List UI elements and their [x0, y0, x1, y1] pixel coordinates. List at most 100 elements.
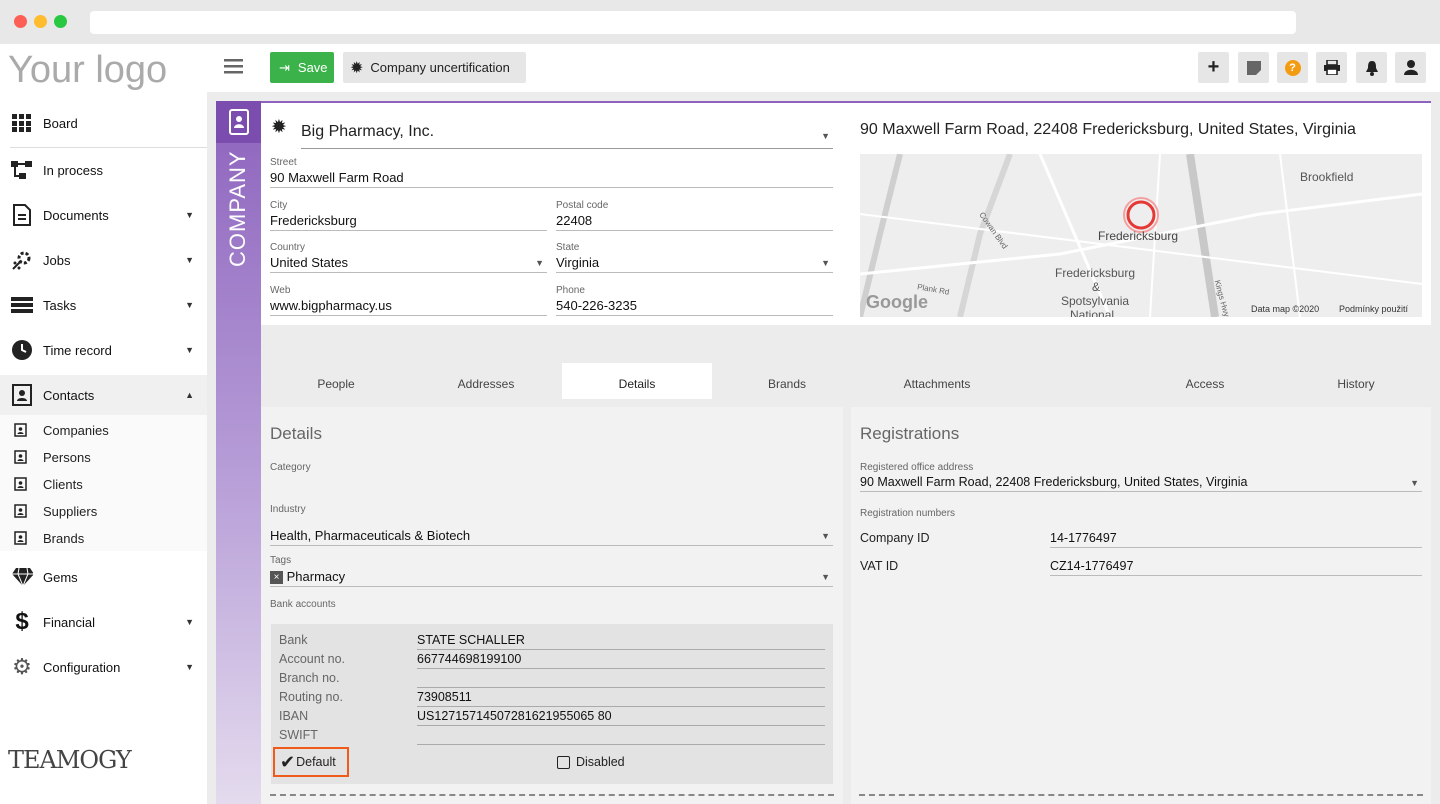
industry-select[interactable]: Health, Pharmaceuticals & Biotech ▼: [270, 528, 833, 546]
tab-access[interactable]: Access: [1130, 363, 1280, 399]
company-id-field[interactable]: 14-1776497: [1050, 531, 1422, 548]
certificate-badge-icon: ✹: [350, 59, 364, 77]
iban-field[interactable]: US12715714507281621955065 80: [417, 709, 825, 726]
add-bank-account-dropzone[interactable]: [270, 794, 834, 802]
nav-jobs[interactable]: Jobs ▼: [0, 240, 207, 280]
swift-field[interactable]: [417, 728, 825, 745]
tab-brands[interactable]: Brands: [712, 363, 862, 399]
tab-people[interactable]: People: [261, 363, 411, 399]
tab-bar: People Addresses Details Brands Attachme…: [261, 363, 1431, 399]
nav-tasks[interactable]: Tasks ▼: [0, 285, 207, 325]
chevron-down-icon: ▼: [821, 572, 830, 582]
map-terms-link[interactable]: Podmínky použití: [1339, 304, 1408, 314]
chevron-down-icon: ▼: [185, 300, 194, 310]
plus-icon: +: [1207, 56, 1220, 78]
tab-details[interactable]: Details: [562, 363, 712, 399]
help-button[interactable]: ?: [1277, 52, 1308, 83]
vat-id-field[interactable]: CZ14-1776497: [1050, 559, 1422, 576]
menu-icon[interactable]: [224, 59, 243, 74]
save-button[interactable]: ⇥ Save: [270, 52, 334, 83]
bank-row: Bank STATE SCHALLER: [279, 633, 825, 652]
web-label: Web: [270, 285, 291, 296]
country-label: Country: [270, 242, 306, 253]
street-label: Street: [270, 157, 297, 168]
nav-label: Tasks: [43, 297, 77, 313]
maximize-dot[interactable]: [54, 15, 67, 28]
bank-row-label: Bank: [279, 633, 308, 647]
chevron-down-icon: ▼: [185, 617, 194, 627]
nav-gems[interactable]: Gems: [0, 557, 207, 597]
postal-field[interactable]: 22408: [556, 213, 833, 231]
phone-field[interactable]: 540-226-3235: [556, 298, 833, 316]
print-button[interactable]: [1316, 52, 1347, 83]
logo: Your logo: [8, 49, 168, 91]
contacts-icon: [11, 384, 33, 406]
nav-financial[interactable]: $ Financial ▼: [0, 602, 207, 642]
company-name-select[interactable]: Big Pharmacy, Inc. ▼: [301, 123, 833, 149]
profile-button[interactable]: [1395, 52, 1426, 83]
office-address-select[interactable]: 90 Maxwell Farm Road, 22408 Fredericksbu…: [860, 475, 1422, 492]
nav-label: Jobs: [43, 252, 71, 268]
subnav-clients[interactable]: Clients: [0, 472, 207, 496]
tags-select[interactable]: × Pharmacy ▼: [270, 569, 833, 588]
checkbox-icon: [557, 755, 570, 769]
tag-remove-icon[interactable]: ×: [270, 571, 283, 585]
uncertification-button[interactable]: ✹ Company uncertification: [343, 52, 526, 83]
nav-configuration[interactable]: ⚙ Configuration ▼: [0, 647, 207, 687]
street-field[interactable]: 90 Maxwell Farm Road: [270, 170, 833, 188]
state-select[interactable]: Virginia ▼: [556, 255, 833, 273]
nav-contacts[interactable]: Contacts ▲: [0, 375, 207, 415]
add-button[interactable]: +: [1198, 52, 1229, 83]
nav-label: Configuration: [43, 659, 121, 675]
flow-icon: [11, 159, 33, 181]
add-registration-dropzone[interactable]: [859, 794, 1423, 802]
country-select[interactable]: United States ▼: [270, 255, 547, 273]
bank-row-label: Routing no.: [279, 690, 343, 704]
tab-attachments[interactable]: Attachments: [862, 363, 1012, 399]
registrations-panel: Registrations Registered office address …: [851, 407, 1431, 804]
subnav-suppliers[interactable]: Suppliers: [0, 499, 207, 523]
contact-card-icon: [14, 423, 27, 437]
bell-icon: [1365, 60, 1378, 76]
notifications-button[interactable]: [1356, 52, 1387, 83]
tab-addresses[interactable]: Addresses: [411, 363, 561, 399]
chevron-down-icon: ▼: [185, 662, 194, 672]
nav-label: Financial: [43, 614, 96, 630]
subnav-brands[interactable]: Brands: [0, 526, 207, 550]
branch-no-field[interactable]: [417, 671, 825, 688]
certified-badge-icon: ✹: [271, 117, 287, 138]
account-no-field[interactable]: 667744698199100: [417, 652, 825, 669]
city-field[interactable]: Fredericksburg: [270, 213, 547, 231]
checkmark-icon: ✔: [280, 751, 296, 772]
routing-no-field[interactable]: 73908511: [417, 690, 825, 707]
web-field[interactable]: www.bigpharmacy.us: [270, 298, 547, 316]
document-icon: [11, 204, 33, 226]
details-title: Details: [270, 424, 322, 443]
default-checkbox[interactable]: ✔ Default: [273, 747, 349, 777]
company-detail: COMPANY ✹ Big Pharmacy, Inc. ▼ Street 90 …: [216, 101, 1431, 804]
bank-accounts-label: Bank accounts: [270, 599, 336, 610]
browser-bar: [0, 0, 1440, 44]
bank-row-label: Account no.: [279, 652, 346, 666]
bank-name-field[interactable]: STATE SCHALLER: [417, 633, 825, 650]
disabled-checkbox[interactable]: Disabled: [557, 755, 625, 769]
phone-label: Phone: [556, 285, 585, 296]
tab-history[interactable]: History: [1281, 363, 1431, 399]
industry-value: Health, Pharmaceuticals & Biotech: [270, 528, 471, 543]
city-label: City: [270, 200, 288, 211]
location-map[interactable]: Fredericksburg Brookfield Fredericksburg…: [860, 154, 1422, 317]
subnav-persons[interactable]: Persons: [0, 445, 207, 469]
address-bar[interactable]: [90, 11, 1296, 34]
nav-in-process[interactable]: In process: [0, 150, 207, 190]
notes-button[interactable]: [1238, 52, 1269, 83]
sidebar: Your logo Board In process Documents ▼ J…: [0, 44, 207, 804]
tasks-icon: [11, 294, 33, 316]
nav-time-record[interactable]: Time record ▼: [0, 330, 207, 370]
nav-board[interactable]: Board: [0, 103, 207, 143]
nav-documents[interactable]: Documents ▼: [0, 195, 207, 235]
close-dot[interactable]: [14, 15, 27, 28]
bank-row-label: Branch no.: [279, 671, 340, 685]
subnav-companies[interactable]: Companies: [0, 418, 207, 442]
bank-row: Account no. 667744698199100: [279, 652, 825, 671]
minimize-dot[interactable]: [34, 15, 47, 28]
